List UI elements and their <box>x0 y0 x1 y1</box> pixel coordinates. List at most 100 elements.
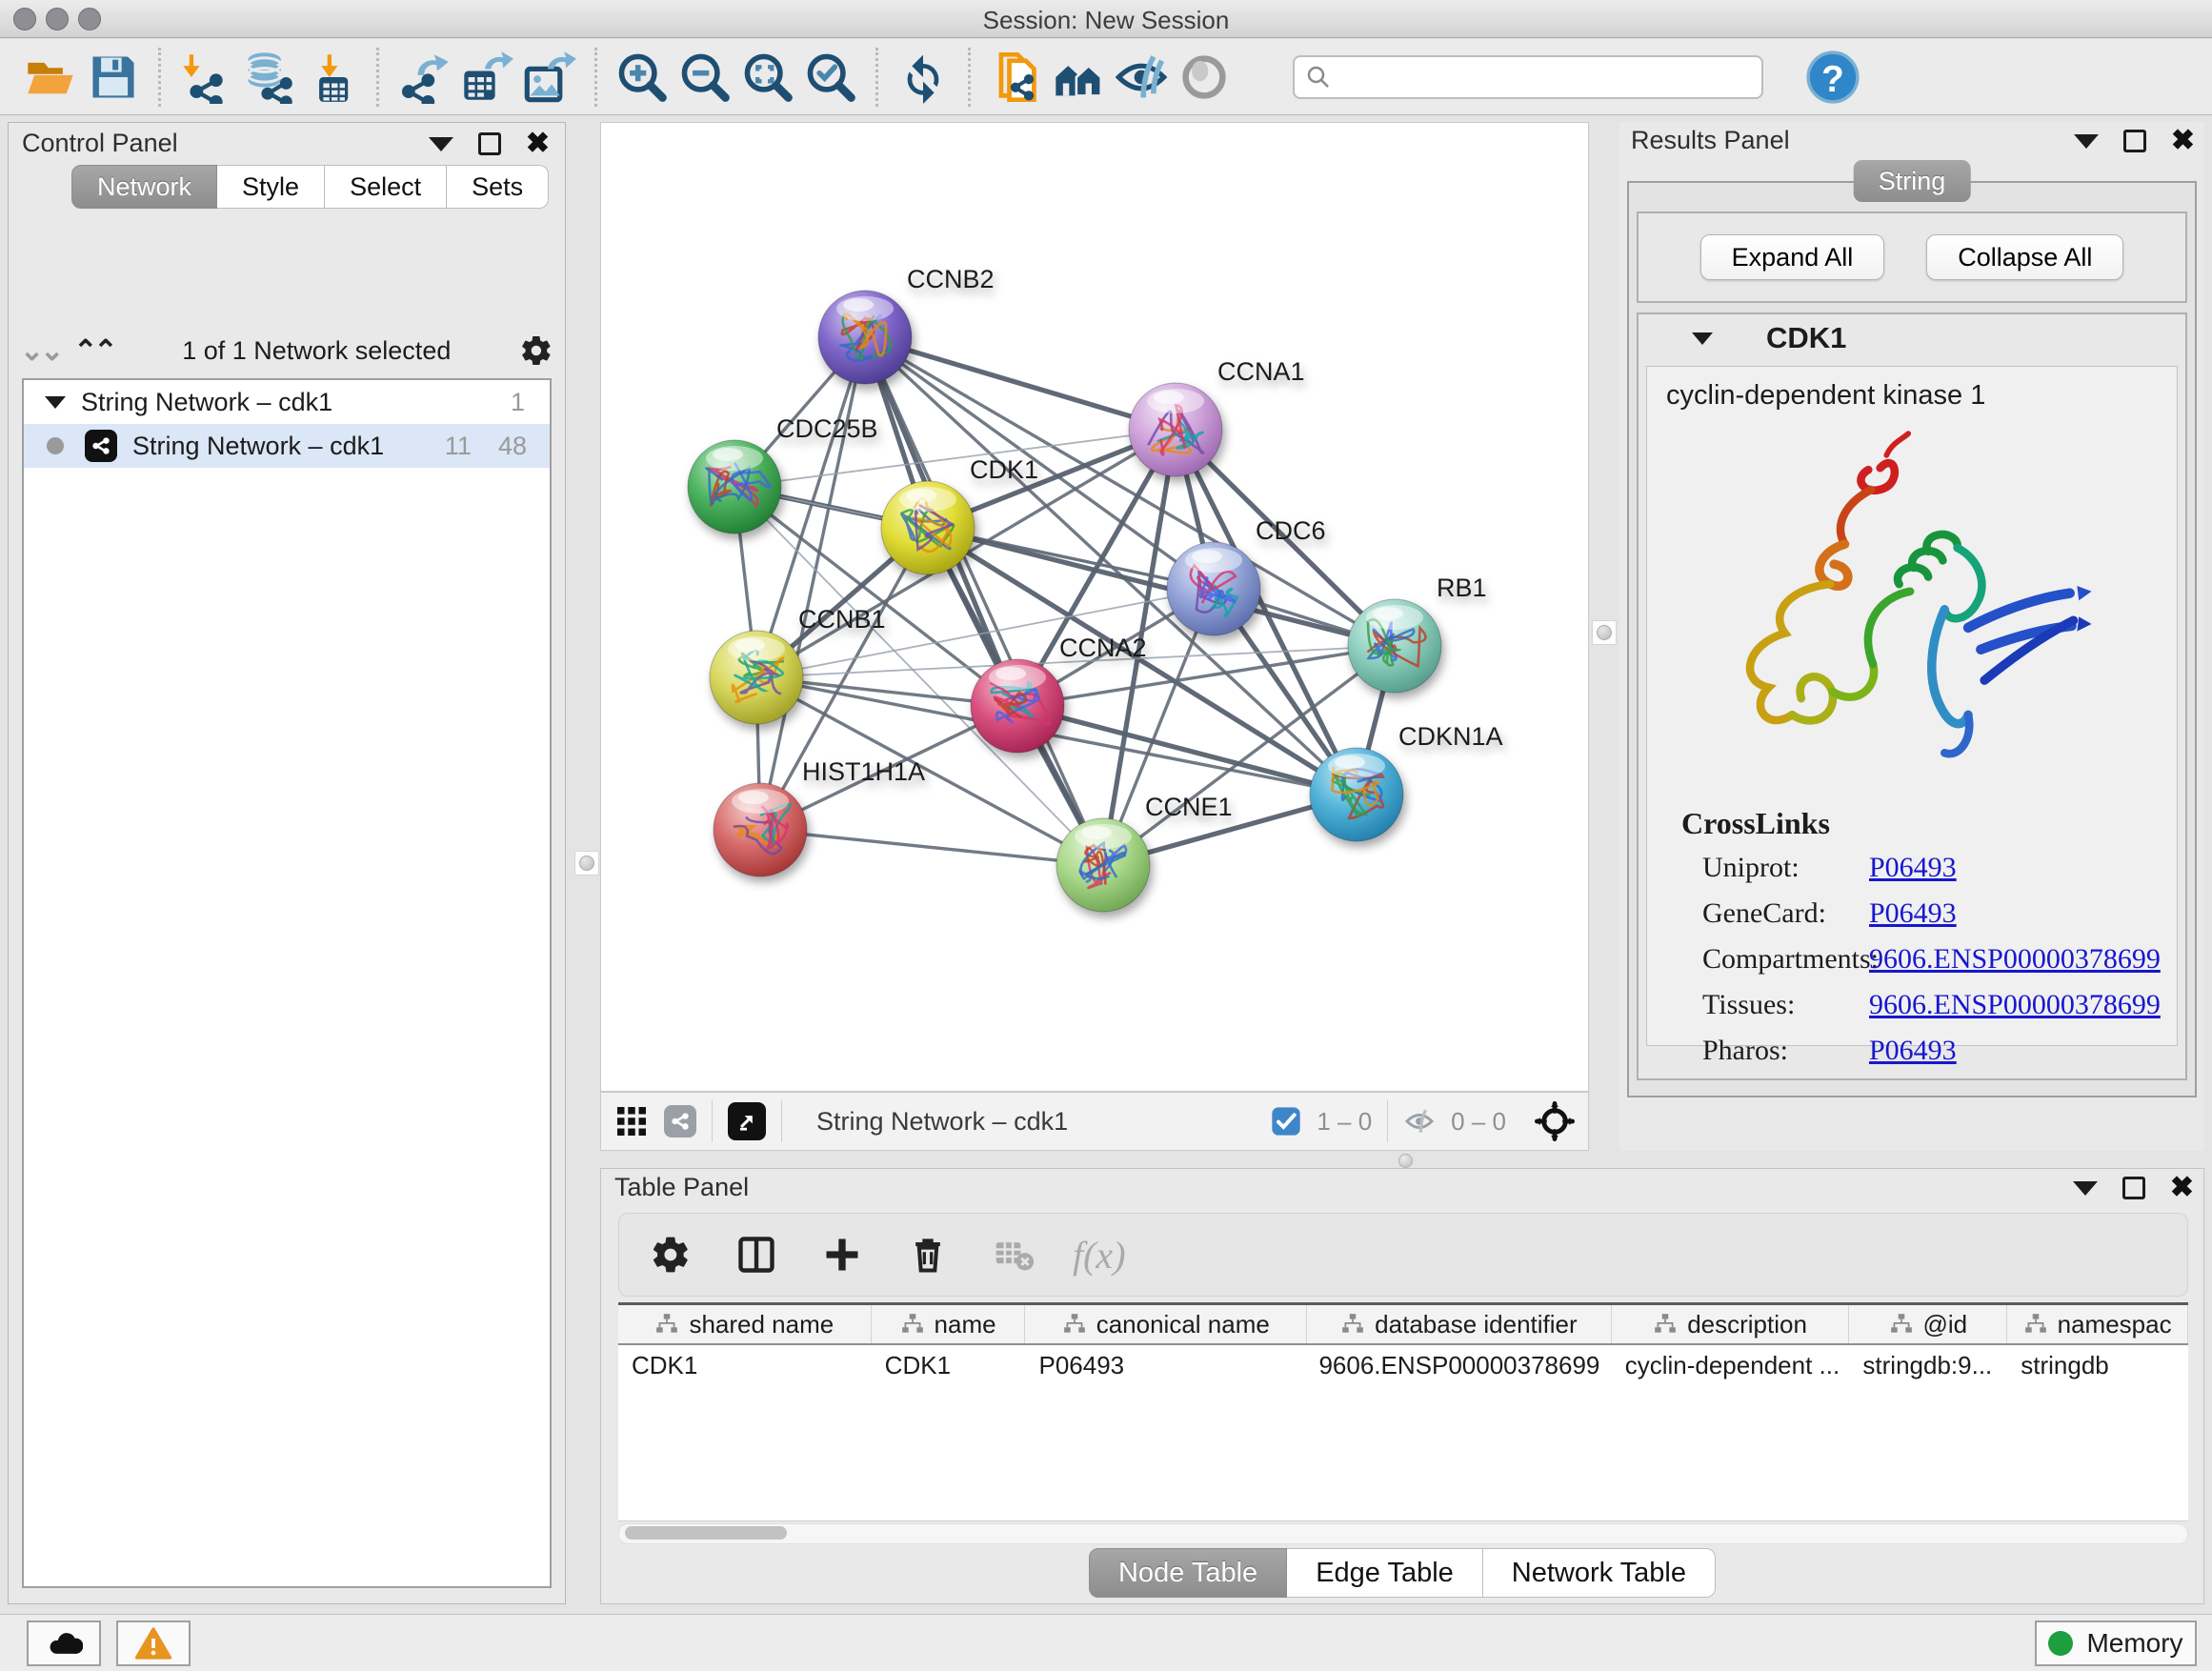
collapse-all-networks-icon[interactable]: ⌄⌄ <box>20 334 60 368</box>
zoom-in-button[interactable] <box>611 46 674 109</box>
zoom-out-button[interactable] <box>674 46 736 109</box>
results-panel-menu-icon[interactable] <box>2074 134 2099 149</box>
network-node-CDC25B[interactable]: CDC25B <box>688 414 878 534</box>
network-node-HIST1H1A[interactable]: HIST1H1A <box>714 757 925 876</box>
column-header-namespac[interactable]: namespac <box>2007 1305 2188 1343</box>
crosslink-row: Pharos:P06493 <box>1647 1028 2177 1074</box>
table-panel-close-icon[interactable]: ✖ <box>2170 1177 2194 1199</box>
selected-nodes-checkbox-icon[interactable] <box>1271 1106 1301 1137</box>
results-panel-close-icon[interactable]: ✖ <box>2171 130 2195 152</box>
table-cell[interactable]: 9606.ENSP00000378699 <box>1307 1345 1612 1387</box>
control-panel-menu-icon[interactable] <box>429 137 453 151</box>
edge-CCNB2-CCNA1[interactable] <box>865 337 1176 430</box>
table-cell[interactable]: cyclin-dependent ... <box>1612 1345 1850 1387</box>
crosslink-link[interactable]: P06493 <box>1869 852 1957 884</box>
network-node-CCNB1[interactable]: CCNB1 <box>710 605 886 724</box>
tab-edge-table[interactable]: Edge Table <box>1287 1548 1483 1598</box>
warnings-button[interactable] <box>116 1621 191 1666</box>
tab-node-table[interactable]: Node Table <box>1089 1548 1287 1598</box>
export-image-icon <box>523 50 576 104</box>
delete-column-button[interactable] <box>901 1228 955 1281</box>
edge-HIST1H1A-CCNE1[interactable] <box>760 830 1103 865</box>
network-graph[interactable]: CCNB2CCNA1CDC25BCDK1CDC6RB1CCNB1CCNA2CDK… <box>601 123 1588 1091</box>
control-panel-float-icon[interactable] <box>478 132 501 155</box>
network-node-CCNE1[interactable]: CCNE1 <box>1056 793 1233 912</box>
tab-string[interactable]: String <box>1854 160 1971 202</box>
network-tree-item-row[interactable]: String Network – cdk1 11 48 <box>24 424 550 468</box>
scrollbar-thumb[interactable] <box>625 1526 787 1540</box>
column-header-name[interactable]: name <box>872 1305 1026 1343</box>
show-all-button[interactable] <box>1173 46 1236 109</box>
delete-table-button[interactable] <box>987 1228 1040 1281</box>
column-header-description[interactable]: description <box>1612 1305 1850 1343</box>
right-splitter-handle[interactable] <box>1592 620 1617 645</box>
import-table-button[interactable] <box>300 46 363 109</box>
refresh-button[interactable] <box>892 46 955 109</box>
export-network-button[interactable] <box>392 46 455 109</box>
import-database-button[interactable] <box>237 46 300 109</box>
collapse-all-button[interactable]: Collapse All <box>1926 234 2123 280</box>
network-options-gear-icon[interactable] <box>519 333 553 368</box>
left-splitter-handle[interactable] <box>574 851 599 876</box>
control-panel-close-icon[interactable]: ✖ <box>526 132 550 155</box>
hide-selected-button[interactable] <box>1110 46 1173 109</box>
table-cell[interactable]: CDK1 <box>872 1345 1026 1387</box>
results-panel-float-icon[interactable] <box>2123 130 2146 152</box>
column-header-shared-name[interactable]: shared name <box>618 1305 872 1343</box>
export-table-button[interactable] <box>455 46 518 109</box>
network-node-CDK1[interactable]: CDK1 <box>881 455 1038 574</box>
crosslink-link[interactable]: P06493 <box>1869 1035 1957 1067</box>
table-cell[interactable]: stringdb:9... <box>1849 1345 2007 1387</box>
crosslink-link[interactable]: P06493 <box>1869 897 1957 930</box>
cloud-status-button[interactable] <box>27 1621 101 1666</box>
memory-button[interactable]: Memory <box>2035 1621 2197 1666</box>
tab-sets[interactable]: Sets <box>447 165 549 209</box>
zoom-selected-button[interactable] <box>799 46 862 109</box>
crosslink-link[interactable]: 9606.ENSP00000378699 <box>1869 989 2161 1021</box>
function-builder-button[interactable]: f(x) <box>1073 1233 1126 1278</box>
table-cell[interactable]: CDK1 <box>618 1345 872 1387</box>
tab-select[interactable]: Select <box>325 165 447 209</box>
network-view-canvas[interactable]: CCNB2CCNA1CDC25BCDK1CDC6RB1CCNB1CCNA2CDK… <box>600 122 1589 1092</box>
tab-network[interactable]: Network <box>71 165 217 209</box>
birds-eye-view-icon[interactable] <box>614 1104 649 1138</box>
table-panel-float-icon[interactable] <box>2122 1177 2145 1199</box>
new-network-from-selection-button[interactable] <box>984 46 1047 109</box>
column-header-database-identifier[interactable]: database identifier <box>1307 1305 1612 1343</box>
expand-all-networks-icon[interactable]: ⌃⌃ <box>73 334 113 368</box>
table-options-gear-button[interactable] <box>644 1228 697 1281</box>
expand-all-button[interactable]: Expand All <box>1700 234 1885 280</box>
network-node-RB1[interactable]: RB1 <box>1348 574 1487 693</box>
open-session-button[interactable] <box>19 46 82 109</box>
export-image-button[interactable] <box>518 46 581 109</box>
network-node-CCNA1[interactable]: CCNA1 <box>1129 357 1305 476</box>
gene-section-header[interactable]: CDK1 <box>1639 314 2185 362</box>
network-node-CDKN1A[interactable]: CDKN1A <box>1310 722 1503 841</box>
import-network-button[interactable] <box>174 46 237 109</box>
tab-style[interactable]: Style <box>217 165 325 209</box>
tab-network-table[interactable]: Network Table <box>1483 1548 1716 1598</box>
bottom-splitter-handle[interactable] <box>1398 1154 1413 1168</box>
first-neighbors-button[interactable] <box>1047 46 1110 109</box>
help-button[interactable]: ? <box>1801 46 1864 109</box>
show-column-selector-button[interactable] <box>730 1228 783 1281</box>
gene-collapse-icon[interactable] <box>1692 332 1713 345</box>
open-in-browser-icon[interactable] <box>728 1102 766 1140</box>
save-session-button[interactable] <box>82 46 145 109</box>
crosslink-link[interactable]: 9606.ENSP00000378699 <box>1869 943 2161 976</box>
column-header--id[interactable]: @id <box>1849 1305 2007 1343</box>
table-cell[interactable]: stringdb <box>2007 1345 2188 1387</box>
network-tree-root-row[interactable]: String Network – cdk1 1 <box>24 380 550 424</box>
zoom-fit-button[interactable] <box>736 46 799 109</box>
table-row[interactable]: CDK1CDK1P064939606.ENSP00000378699cyclin… <box>618 1345 2188 1387</box>
table-cell[interactable]: P06493 <box>1025 1345 1307 1387</box>
search-input[interactable] <box>1333 62 1752 91</box>
column-header-canonical-name[interactable]: canonical name <box>1025 1305 1307 1343</box>
table-panel-menu-icon[interactable] <box>2073 1181 2098 1196</box>
add-column-button[interactable] <box>815 1228 869 1281</box>
tree-collapse-icon[interactable] <box>45 396 66 409</box>
edge-CCNB2-HIST1H1A[interactable] <box>760 337 865 830</box>
table-horizontal-scrollbar[interactable] <box>618 1523 2188 1544</box>
search-icon <box>1304 63 1333 91</box>
fit-content-crosshair-icon[interactable] <box>1535 1101 1575 1141</box>
